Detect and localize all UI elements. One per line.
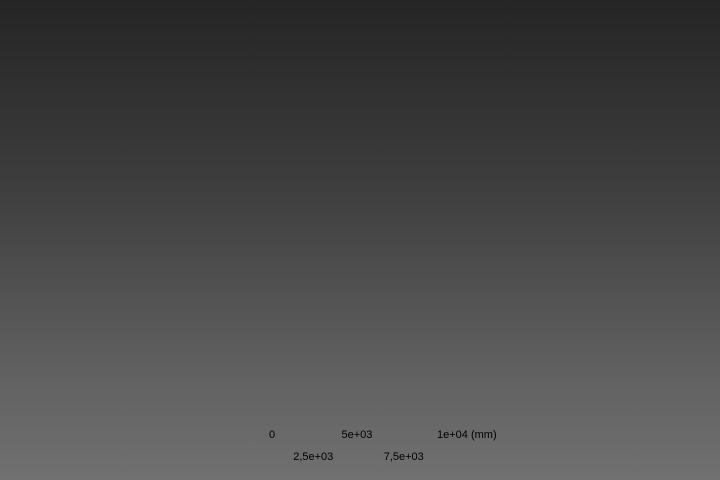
ruler-segment-2	[313, 442, 358, 450]
ruler-tick-label-zero: 0	[269, 429, 276, 441]
model-canvas[interactable]	[0, 0, 720, 480]
ruler-tick-label-q1: 2,5e+03	[293, 451, 334, 463]
ruler-tick-label-q3: 7,5e+03	[383, 451, 424, 463]
scale-ruler: 0 5e+03 1e+04 (mm) 2,5e+03 7,5e+03	[268, 429, 497, 464]
ruler-segment-4	[404, 442, 449, 450]
ruler-segment-3	[359, 442, 404, 450]
ruler-tick-label-max: 1e+04 (mm)	[437, 429, 497, 441]
ruler-bottom-labels: 2,5e+03 7,5e+03	[268, 451, 449, 464]
ruler-top-labels: 0 5e+03 1e+04 (mm)	[268, 429, 497, 442]
fea-viewport[interactable]: 0 5e+03 1e+04 (mm) 2,5e+03 7,5e+03	[0, 0, 720, 480]
ruler-segment-1	[268, 442, 313, 450]
ruler-bar	[268, 442, 449, 450]
ruler-tick-label-mid: 5e+03	[341, 429, 373, 441]
